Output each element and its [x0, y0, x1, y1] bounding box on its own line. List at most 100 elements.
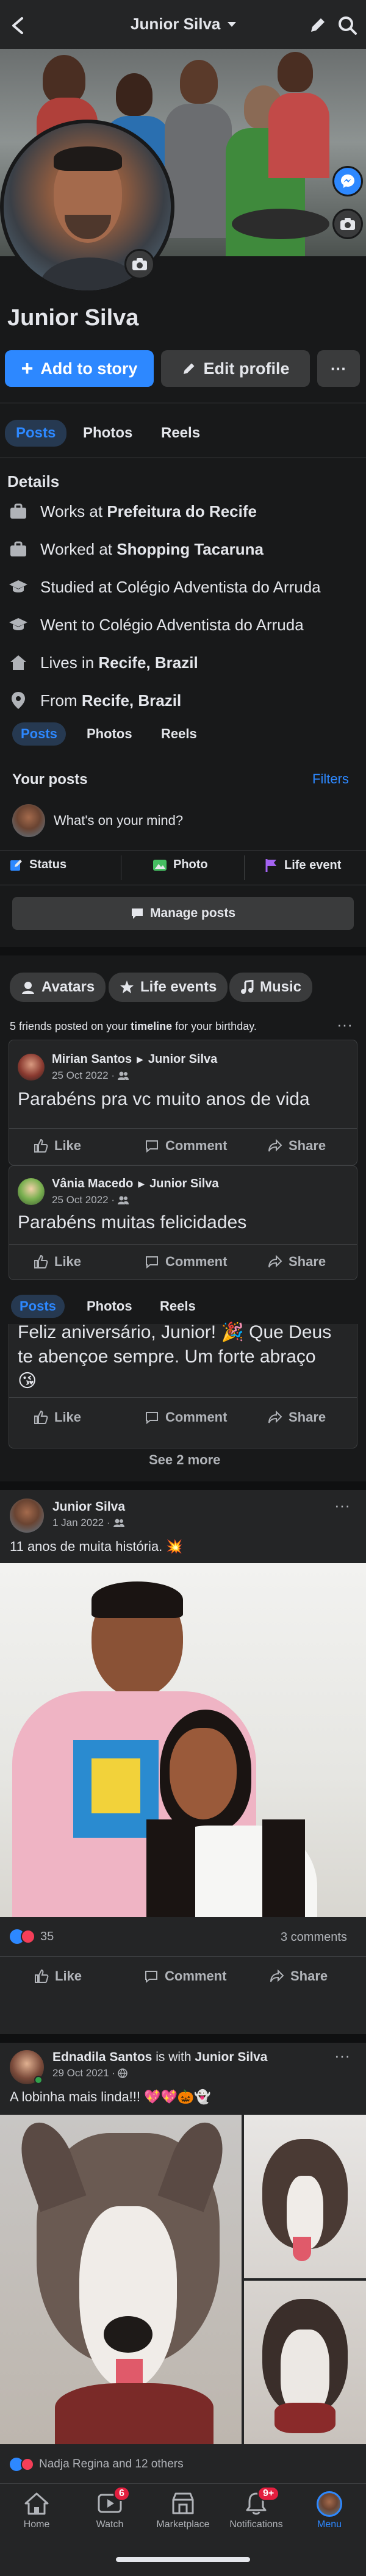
profile-switcher[interactable]: Junior Silva — [131, 15, 237, 34]
graduation-cap-icon — [7, 576, 29, 598]
post-text: Feliz aniversário, Junior! 🎉 Que Deus te… — [18, 1322, 332, 1391]
post-author[interactable]: Mirian Santos — [52, 1052, 132, 1067]
comment-button[interactable]: Comment — [144, 1968, 226, 1984]
comment-button[interactable]: Comment — [145, 1409, 227, 1425]
add-to-story-button[interactable]: + Add to story — [5, 350, 154, 387]
filters-link[interactable]: Filters — [312, 771, 349, 787]
nav-marketplace[interactable]: Marketplace — [146, 2491, 220, 2530]
post-text: Parabéns muitas felicidades — [18, 1212, 247, 1232]
post-photo[interactable] — [244, 2281, 366, 2444]
reactions-summary[interactable]: 35 — [10, 1929, 54, 1944]
nav-notifications[interactable]: Notifications 9+ — [220, 2486, 293, 2530]
star-icon — [120, 980, 134, 993]
home-indicator — [116, 2557, 250, 2562]
comment-icon — [146, 1140, 158, 1153]
search-icon[interactable] — [336, 13, 360, 38]
nav-home[interactable]: Home — [0, 2491, 73, 2530]
status-button[interactable]: Status — [10, 858, 66, 872]
photo-icon — [153, 859, 167, 871]
edit-pencil-icon[interactable] — [305, 13, 329, 38]
tab-posts[interactable]: Posts — [5, 420, 67, 447]
like-button[interactable]: Like — [34, 1968, 82, 1984]
share-icon — [268, 1254, 282, 1268]
your-posts-title: Your posts — [12, 771, 88, 788]
birthday-summary: 5 friends posted on your timeline for yo… — [10, 1020, 257, 1032]
life-events-chip[interactable]: Life events — [109, 973, 228, 1002]
like-button[interactable]: Like — [34, 1138, 81, 1154]
tab-photos[interactable]: Photos — [87, 726, 132, 742]
author-avatar[interactable] — [10, 1498, 44, 1533]
tagged-friend[interactable]: Junior Silva — [195, 2050, 267, 2064]
post-photo[interactable] — [244, 2115, 366, 2278]
nav-watch[interactable]: Watch 6 — [73, 2486, 146, 2530]
bottom-nav: Home Watch 6 Marketplace Notifications 9… — [0, 2483, 366, 2576]
birthday-more-icon[interactable]: ··· — [337, 1015, 353, 1034]
music-chip[interactable]: Music — [229, 973, 313, 1002]
avatar-camera-button[interactable] — [124, 249, 155, 279]
like-button[interactable]: Like — [34, 1254, 81, 1270]
divider — [244, 855, 245, 880]
comments-count[interactable]: 3 comments — [281, 1930, 347, 1945]
manage-posts-button[interactable]: Manage posts — [12, 897, 354, 930]
share-button[interactable]: Share — [268, 1409, 326, 1425]
post-author[interactable]: Ednadila Santos — [52, 2050, 152, 2064]
nav-menu[interactable]: Menu — [293, 2491, 366, 2530]
detail-item: Went to Colégio Adventista do Arruda — [7, 613, 304, 637]
avatar-icon — [22, 982, 34, 994]
friends-icon — [118, 1196, 129, 1204]
plus-icon: + — [21, 357, 34, 380]
tab-posts[interactable]: Posts — [11, 1295, 65, 1318]
comment-button[interactable]: Comment — [145, 1254, 227, 1270]
tab-reels[interactable]: Reels — [160, 1298, 196, 1314]
thumbs-up-icon — [35, 1969, 49, 1983]
like-button[interactable]: Like — [34, 1409, 81, 1425]
post-more-icon[interactable]: ··· — [334, 1496, 350, 1515]
post-target[interactable]: Junior Silva — [148, 1052, 217, 1067]
post-date: 29 Oct 2021 · — [52, 2067, 127, 2079]
details-title: Details — [7, 472, 60, 491]
share-button[interactable]: Share — [268, 1254, 326, 1270]
share-icon — [268, 1410, 282, 1423]
post-photo[interactable] — [0, 1563, 366, 1917]
camera-icon — [132, 258, 147, 270]
flag-icon — [265, 859, 276, 872]
post-more-icon[interactable]: ··· — [334, 2046, 350, 2065]
globe-icon — [118, 2068, 127, 2078]
post-author[interactable]: Vânia Macedo — [52, 1177, 133, 1191]
photo-button[interactable]: Photo — [152, 858, 208, 872]
composer-input[interactable]: What's on your mind? — [54, 813, 183, 829]
life-event-button[interactable]: Life event — [265, 858, 341, 872]
author-avatar — [18, 1054, 45, 1081]
briefcase-icon — [7, 538, 29, 560]
marketplace-icon — [172, 2492, 194, 2514]
cover-camera-button[interactable] — [332, 209, 363, 239]
post-target[interactable]: Junior Silva — [149, 1177, 218, 1191]
reactions-summary[interactable]: Nadja Regina and 12 others — [10, 2458, 184, 2471]
share-icon — [268, 1139, 282, 1152]
post-text: A lobinha mais linda!!! 💖💖🎃👻 — [10, 2089, 211, 2104]
see-more-link[interactable]: See 2 more — [149, 1452, 220, 1468]
tab-reels[interactable]: Reels — [161, 425, 200, 442]
profile-menu-icon — [317, 2491, 342, 2517]
back-arrow-icon[interactable] — [6, 13, 30, 38]
tab-photos[interactable]: Photos — [87, 1298, 132, 1314]
share-button[interactable]: Share — [268, 1138, 326, 1154]
share-button[interactable]: Share — [270, 1968, 328, 1984]
camera-icon — [340, 218, 355, 230]
comment-button[interactable]: Comment — [145, 1138, 227, 1154]
profile-more-button[interactable]: ··· — [317, 350, 360, 387]
edit-profile-button[interactable]: Edit profile — [161, 350, 310, 387]
section-separator — [0, 1481, 366, 1490]
post-photo[interactable] — [0, 2115, 242, 2444]
post-author[interactable]: Junior Silva — [52, 1500, 125, 1514]
messenger-button[interactable] — [332, 166, 363, 196]
share-icon — [270, 1969, 284, 1982]
comment-icon — [146, 1412, 158, 1425]
tab-reels[interactable]: Reels — [161, 726, 197, 742]
avatars-chip[interactable]: Avatars — [10, 973, 106, 1002]
tab-photos[interactable]: Photos — [83, 425, 132, 442]
tab-posts[interactable]: Posts — [12, 722, 66, 746]
profile-name: Junior Silva — [7, 305, 139, 331]
love-reaction-icon — [21, 1929, 35, 1944]
post-date: 1 Jan 2022 · — [52, 1517, 125, 1529]
